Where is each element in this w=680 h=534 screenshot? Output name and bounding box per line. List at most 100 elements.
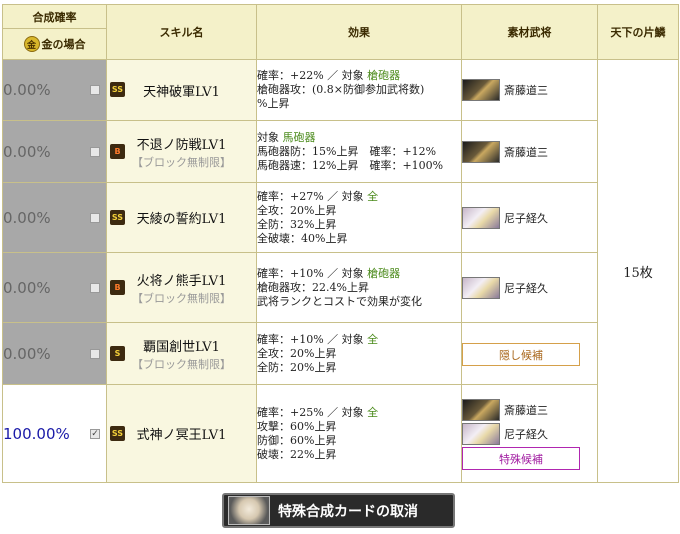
material-header: 素材武将 bbox=[461, 4, 598, 60]
rate-cell[interactable]: 0.00% bbox=[2, 120, 107, 183]
effect-text: 全破壊：40%上昇 bbox=[257, 231, 348, 245]
skill-cell: SS 天神破軍LV1 bbox=[106, 59, 257, 121]
effect-cell: 確率：+10% ／ 対象 全全攻：20%上昇 全防：20%上昇 bbox=[256, 322, 462, 385]
checked-checkbox[interactable]: ✓ bbox=[90, 428, 100, 439]
general-name: 尼子経久 bbox=[504, 428, 548, 441]
general-name: 斎藤道三 bbox=[504, 404, 548, 417]
block-restriction: 【ブロック無制限】 bbox=[132, 357, 231, 371]
rate-header-label: 合成確率 bbox=[3, 5, 106, 29]
rate-value: 0.00% bbox=[3, 81, 51, 99]
rate-header: 合成確率 金 金の場合 bbox=[2, 4, 107, 60]
block-restriction: 【ブロック無制限】 bbox=[132, 155, 231, 169]
skill-name: 天神破軍LV1 bbox=[143, 84, 220, 100]
effect-line: 全防：32%上昇 bbox=[257, 218, 461, 232]
effect-text: 破壊：22%上昇 bbox=[257, 447, 337, 461]
effect-cell: 確率：+10% ／ 対象 槍砲器 槍砲器攻：22.4%上昇 武将ランクとコストで効果… bbox=[256, 252, 462, 323]
effect-line: 武将ランクとコストで効果が変化 bbox=[257, 295, 461, 309]
general-portrait-icon bbox=[462, 140, 500, 163]
tenka-header: 天下の片鱗 bbox=[597, 4, 679, 60]
rank-badge-icon: B bbox=[110, 143, 125, 159]
skill-row: 0.00% SS 天神破軍LV1 確率：+22% ／ 対象 槍砲器 槍砲器攻：(0… bbox=[2, 59, 679, 483]
skill-cell: SS 天綾の誓約LV1 bbox=[106, 182, 257, 253]
effect-cell: 確率：+27% ／ 対象 全全攻：20%上昇 全防：32%上昇 全破壊：40%上昇 bbox=[256, 182, 462, 253]
effect-text: 全防：20%上昇 bbox=[257, 360, 337, 374]
select-checkbox[interactable] bbox=[90, 348, 100, 359]
material-general[interactable]: 尼子経久 bbox=[462, 206, 597, 229]
effect-text: 槍砲器攻：(0.8×防御参加武将数) bbox=[257, 83, 425, 96]
skill-synthesis-table: 合成確率 金 金の場合 スキル名 効果 素材武将 天下の片鱗 0.00% SS … bbox=[2, 4, 679, 483]
general-name: 斎藤道三 bbox=[504, 145, 548, 159]
rate-cell[interactable]: 0.00% bbox=[2, 59, 107, 121]
effect-text: 確率：+25% ／ 対象 bbox=[257, 405, 368, 419]
general-portrait-icon bbox=[462, 206, 500, 229]
rate-cell[interactable]: 100.00% ✓ bbox=[2, 384, 107, 483]
gold-case-label: 金 金の場合 bbox=[3, 29, 106, 59]
rate-value: 0.00% bbox=[3, 278, 51, 297]
effect-line: 確率：+25% ／ 対象 全 bbox=[257, 406, 461, 420]
skill-name: 式神ノ冥王LV1 bbox=[136, 428, 227, 443]
effect-line: 攻撃：60%上昇 bbox=[257, 420, 461, 434]
material-cell: 斎藤道三 bbox=[461, 59, 598, 121]
effect-line: 全攻：20%上昇 bbox=[257, 204, 461, 218]
material-general[interactable]: 尼子経久 bbox=[462, 423, 597, 445]
special-candidate-button[interactable]: 特殊候補 bbox=[462, 447, 580, 470]
effect-text: 確率：+10% ／ 対象 bbox=[257, 332, 368, 346]
rank-badge-icon: SS bbox=[110, 82, 125, 97]
effect-cell: 対象 馬砲器 馬砲器防：15%上昇 確率：+12% 馬砲器速：12%上昇 確率：+1… bbox=[256, 120, 462, 183]
effect-line: 全破壊：40%上昇 bbox=[257, 232, 461, 246]
select-checkbox[interactable] bbox=[90, 212, 100, 223]
effect-header: 効果 bbox=[256, 4, 462, 60]
material-general[interactable]: 尼子経久 bbox=[462, 276, 597, 299]
material-cell: 尼子経久 bbox=[461, 252, 598, 323]
gold-coin-icon: 金 bbox=[23, 36, 40, 52]
skill-name: 火将ノ熊手LV1 bbox=[136, 273, 227, 289]
select-checkbox[interactable] bbox=[90, 85, 100, 95]
general-portrait-icon bbox=[462, 79, 500, 101]
effect-line: 確率：+27% ／ 対象 全 bbox=[257, 190, 461, 204]
rank-badge-icon: B bbox=[110, 279, 125, 295]
effect-cell: 確率：+22% ／ 対象 槍砲器 槍砲器攻：(0.8×防御参加武将数) %上昇 bbox=[256, 59, 462, 121]
rate-value: 0.00% bbox=[3, 208, 51, 227]
rate-value: 0.00% bbox=[3, 344, 51, 363]
effect-line: 対象 馬砲器 bbox=[257, 131, 461, 145]
rate-cell[interactable]: 0.00% bbox=[2, 252, 107, 323]
cancel-special-card-button[interactable]: 特殊合成カードの取消 bbox=[222, 493, 455, 528]
rate-cell[interactable]: 0.00% bbox=[2, 322, 107, 385]
effect-target: 全 bbox=[367, 189, 379, 203]
effect-target: 全 bbox=[367, 332, 379, 346]
skill-row: 0.00% SS 天綾の誓約LV1 確率：+27% ／ 対象 全全攻：20%上昇… bbox=[2, 182, 679, 253]
rate-cell[interactable]: 0.00% bbox=[2, 182, 107, 253]
effect-line: 確率：+10% ／ 対象 全 bbox=[257, 333, 461, 347]
general-name: 尼子経久 bbox=[504, 211, 548, 225]
skill-name: 覇国創世LV1 bbox=[143, 339, 220, 355]
skill-row: 0.00% B 不退ノ防戦LV1 【ブロック無制限】 対象 馬砲器 馬砲器防：15%… bbox=[2, 120, 679, 183]
effect-text: 対象 bbox=[257, 130, 283, 144]
material-cell: 尼子経久 bbox=[461, 182, 598, 253]
effect-line: 確率：+22% ／ 対象 槍砲器 bbox=[257, 69, 461, 83]
select-checkbox[interactable] bbox=[90, 146, 100, 157]
effect-line: 槍砲器攻：(0.8×防御参加武将数) bbox=[257, 83, 461, 97]
select-checkbox[interactable] bbox=[90, 282, 100, 293]
tenka-count: 15枚 bbox=[597, 59, 679, 483]
material-general[interactable]: 斎藤道三 bbox=[462, 399, 597, 421]
effect-text: 武将ランクとコストで効果が変化 bbox=[257, 294, 422, 308]
effect-text: 馬砲器防：15%上昇 確率：+12% bbox=[257, 144, 437, 158]
effect-text: %上昇 bbox=[257, 97, 290, 110]
effect-line: 破壊：22%上昇 bbox=[257, 448, 461, 462]
skill-name: 天綾の誓約LV1 bbox=[136, 212, 227, 227]
material-general[interactable]: 斎藤道三 bbox=[462, 79, 597, 101]
rank-badge-icon: SS bbox=[110, 209, 125, 225]
effect-line: 馬砲器速：12%上昇 確率：+100% bbox=[257, 159, 461, 173]
cancel-button-label: 特殊合成カードの取消 bbox=[278, 503, 418, 520]
material-general[interactable]: 斎藤道三 bbox=[462, 140, 597, 163]
skill-cell: B 火将ノ熊手LV1 【ブロック無制限】 bbox=[106, 252, 257, 323]
effect-text: 防御：60%上昇 bbox=[257, 433, 337, 447]
effect-target: 槍砲器 bbox=[367, 69, 401, 82]
effect-target: 全 bbox=[367, 405, 379, 419]
rate-value: 0.00% bbox=[3, 142, 51, 161]
effect-line: 馬砲器防：15%上昇 確率：+12% bbox=[257, 145, 461, 159]
hidden-candidate-button[interactable]: 隠し候補 bbox=[462, 343, 580, 366]
rank-badge-icon: S bbox=[110, 345, 125, 361]
skill-cell: SS 式神ノ冥王LV1 bbox=[106, 384, 257, 483]
effect-cell: 確率：+25% ／ 対象 全攻撃：60%上昇 防御：60%上昇 破壊：22%上昇 bbox=[256, 384, 462, 483]
